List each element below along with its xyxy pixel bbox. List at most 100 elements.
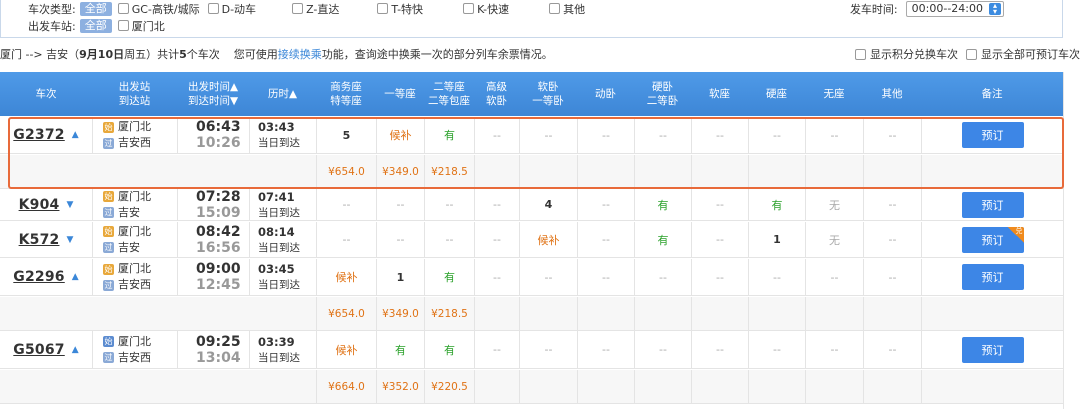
price-business: ¥664.0 xyxy=(328,380,365,393)
seat-hard-sleeper-cell: 有 xyxy=(634,189,691,220)
filter-d[interactable]: D-动车 xyxy=(207,1,256,17)
seat-adv-sleeper-value: -- xyxy=(493,270,501,284)
arrive-day: 当日到达 xyxy=(258,241,300,254)
seat-hard-sleeper-value[interactable]: 有 xyxy=(658,232,669,248)
origin-icon: 始 xyxy=(103,226,114,237)
show-points-checkbox[interactable] xyxy=(855,48,866,60)
stop-list-toggle-icon[interactable]: ▼ xyxy=(66,200,73,210)
arrive-time: 13:04 xyxy=(196,349,241,366)
seat-no-seat-value: 无 xyxy=(829,233,840,247)
seat-soft-seat-value: -- xyxy=(716,198,724,211)
train-number-link[interactable]: G5067 xyxy=(13,342,64,358)
show-all-checkbox[interactable] xyxy=(966,48,977,60)
depart-time-select[interactable]: 00:00--24:00 ▴ ▾ xyxy=(905,0,1004,17)
price-business-cell: ¥664.0 xyxy=(316,370,376,403)
train-number-link[interactable]: G2372 xyxy=(13,127,64,143)
filter-t-label: T-特快 xyxy=(391,2,424,16)
book-button[interactable]: 预订 xyxy=(961,191,1024,218)
seat-second-value[interactable]: 有 xyxy=(444,269,455,285)
seat-adv-sleeper-cell: -- xyxy=(474,331,519,368)
filter-other[interactable]: 其他 xyxy=(549,1,585,17)
seat-other-cell: -- xyxy=(863,117,921,153)
seat-other-cell: -- xyxy=(863,331,921,368)
col-duration-sort[interactable]: 历时▲ xyxy=(249,72,316,116)
train-number-link[interactable]: G2296 xyxy=(13,269,64,285)
seat-hard-sleeper-cell: -- xyxy=(634,117,691,153)
origin-icon: 始 xyxy=(103,263,114,275)
seat-soft-sleeper-value[interactable]: 4 xyxy=(545,198,553,211)
filter-gc[interactable]: GC-高铁/城际 xyxy=(117,1,200,17)
seat-hard-seat-cell: 1 xyxy=(748,222,805,257)
select-arrows-icon: ▴ ▾ xyxy=(989,1,1001,15)
filter-k[interactable]: K-快速 xyxy=(463,1,509,17)
duration: 03:45 xyxy=(258,262,295,276)
seat-soft-seat-cell: -- xyxy=(691,117,748,153)
seat-second-value: -- xyxy=(445,233,454,246)
stop-list-toggle-icon[interactable]: ▲ xyxy=(72,345,79,355)
filter-t[interactable]: T-特快 xyxy=(377,1,423,17)
price-row: ¥654.0 ¥349.0 ¥218.5 xyxy=(0,297,1063,331)
depart-time: 06:43 xyxy=(196,119,241,135)
stop-list-toggle-icon[interactable]: ▼ xyxy=(66,235,73,245)
seat-soft-sleeper-value[interactable]: 候补 xyxy=(538,232,560,248)
stop-list-toggle-icon[interactable]: ▲ xyxy=(72,272,79,282)
seat-hard-seat-cell: 有 xyxy=(748,189,805,220)
pass-icon: 过 xyxy=(103,352,114,363)
checkbox[interactable] xyxy=(207,3,219,14)
checkbox[interactable] xyxy=(292,3,304,14)
train-type-all-button[interactable]: 全部 xyxy=(79,1,112,16)
time-cell: 08:42 16:56 xyxy=(177,222,249,257)
seat-first-value[interactable]: 1 xyxy=(397,271,405,284)
seat-business-value[interactable]: 候补 xyxy=(336,342,358,358)
seat-second-cell: 有 xyxy=(424,117,474,153)
stop-list-toggle-icon[interactable]: ▲ xyxy=(72,130,79,140)
price-moving-sleeper-cell xyxy=(577,155,634,188)
book-button[interactable]: 预订 xyxy=(961,122,1024,148)
seat-first-value[interactable]: 有 xyxy=(395,342,406,358)
book-button[interactable]: 预订兑 xyxy=(961,226,1024,253)
seat-second-value: -- xyxy=(445,198,454,211)
seat-no-seat-cell: -- xyxy=(805,331,863,368)
book-button[interactable]: 预订 xyxy=(961,264,1024,290)
seat-first-value: -- xyxy=(396,233,405,246)
seat-first-value[interactable]: 候补 xyxy=(390,127,412,143)
seat-second-value[interactable]: 有 xyxy=(444,342,455,358)
checkbox[interactable] xyxy=(117,20,129,31)
checkbox[interactable] xyxy=(117,3,129,14)
price-soft-sleeper-cell xyxy=(519,370,577,403)
checkbox[interactable] xyxy=(463,3,475,14)
seat-hard-seat-value[interactable]: 1 xyxy=(773,233,781,246)
remark-cell: 预订 xyxy=(921,117,1063,153)
book-button[interactable]: 预订 xyxy=(961,336,1024,363)
route-text: 厦门 --> 吉安（ xyxy=(0,48,80,61)
seat-first-cell: 1 xyxy=(376,259,424,295)
seat-second-value[interactable]: 有 xyxy=(444,127,455,143)
seat-soft-sleeper-cell: 候补 xyxy=(519,222,577,257)
train-number-cell: K904 ▼ xyxy=(0,189,92,220)
checkbox[interactable] xyxy=(549,3,561,14)
station-all-button[interactable]: 全部 xyxy=(79,18,112,33)
seat-hard-seat-value[interactable]: 有 xyxy=(772,197,783,213)
seat-moving-sleeper-value: -- xyxy=(602,233,610,246)
train-number-link[interactable]: K904 xyxy=(19,197,60,213)
seat-business-value[interactable]: 5 xyxy=(343,129,351,142)
filter-station-xiamenbei[interactable]: 厦门北 xyxy=(117,18,165,34)
seat-adv-sleeper-cell: -- xyxy=(474,259,519,295)
col-time-sort[interactable]: 出发时间▲ 到达时间▼ xyxy=(177,72,249,116)
price-soft-sleeper-cell xyxy=(519,297,577,330)
seat-business-value[interactable]: 候补 xyxy=(336,269,358,285)
filter-z[interactable]: Z-直达 xyxy=(292,1,339,17)
seat-moving-sleeper-cell: -- xyxy=(577,331,634,368)
seat-hard-sleeper-value[interactable]: 有 xyxy=(658,197,669,213)
train-number-link[interactable]: K572 xyxy=(19,232,60,248)
seat-adv-sleeper-cell: -- xyxy=(474,189,519,220)
train-number-cell: K572 ▼ xyxy=(0,222,92,257)
transfer-link[interactable]: 接续换乘 xyxy=(278,46,322,62)
price-adv-sleeper-cell xyxy=(474,297,519,330)
depart-time-value: 00:00--24:00 xyxy=(911,2,983,15)
checkbox[interactable] xyxy=(377,3,389,14)
price-second: ¥218.5 xyxy=(431,165,468,178)
hint-prefix: 您可使用 xyxy=(233,48,278,61)
remark-cell: 预订 xyxy=(921,189,1063,220)
book-label: 预订 xyxy=(981,233,1004,247)
